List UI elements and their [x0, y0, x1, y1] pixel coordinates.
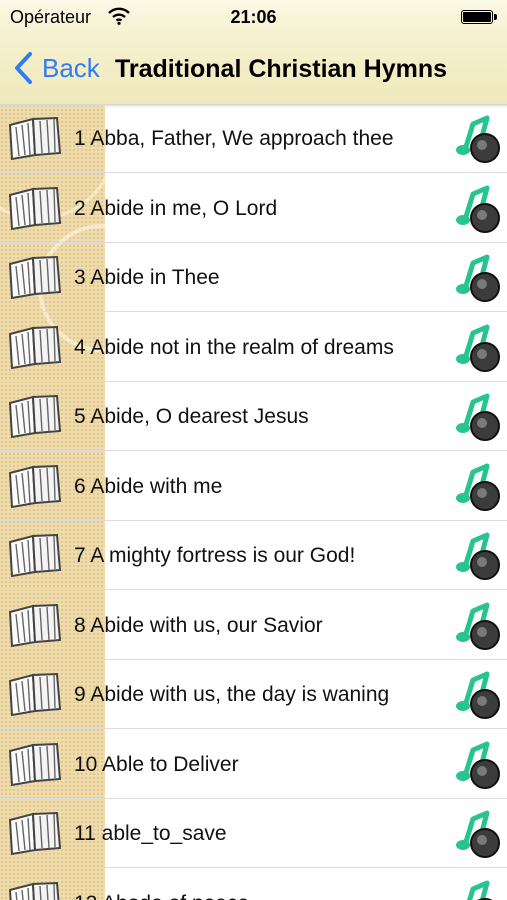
hymn-row[interactable]: 7 A mighty fortress is our God! — [0, 521, 507, 590]
hymn-title: 5 Abide, O dearest Jesus — [74, 405, 309, 428]
hymn-row[interactable]: 3 Abide in Thee — [0, 243, 507, 312]
hymn-row[interactable]: 11 able_to_save — [0, 799, 507, 868]
music-note-speaker-icon[interactable] — [453, 805, 501, 859]
hymn-title: 2 Abide in me, O Lord — [74, 196, 278, 220]
hymn-row[interactable]: 12 Abode of peace — [0, 869, 507, 900]
hymn-row[interactable]: 2 Abide in me, O Lord — [0, 174, 507, 243]
music-note-speaker-icon[interactable] — [453, 875, 501, 900]
open-book-icon — [8, 742, 62, 786]
open-book-icon — [8, 186, 62, 230]
open-book-icon — [8, 394, 62, 439]
hymn-title: 6 Abide with me — [74, 474, 223, 498]
hymn-row[interactable]: 9 Abide with us, the day is waning — [0, 660, 507, 729]
music-note-speaker-icon[interactable] — [453, 180, 501, 234]
hymn-row[interactable]: 1 Abba, Father, We approach thee — [0, 104, 507, 173]
hymn-title: 3 Abide in Thee — [74, 266, 220, 289]
status-bar: Opérateur 21:06 — [0, 0, 507, 36]
music-note-speaker-icon[interactable] — [453, 666, 501, 720]
music-note-speaker-icon[interactable] — [453, 110, 501, 164]
clock: 21:06 — [230, 7, 277, 27]
music-note-speaker-icon[interactable] — [453, 319, 501, 373]
music-note-speaker-icon[interactable] — [453, 527, 501, 581]
open-book-icon — [8, 325, 62, 369]
open-book-icon — [8, 881, 60, 900]
hymn-row[interactable]: 10 Able to Deliver — [0, 730, 507, 799]
music-note-speaker-icon[interactable] — [453, 736, 501, 790]
music-note-speaker-icon[interactable] — [453, 597, 501, 651]
open-book-icon — [8, 603, 62, 647]
open-book-icon — [8, 255, 62, 300]
navigation-bar: Back Traditional Christian Hymns — [0, 36, 507, 105]
hymn-list[interactable]: 1 Abba, Father, We approach thee 2 Abide… — [0, 104, 507, 900]
hymn-title: 10 Able to Deliver — [74, 752, 239, 776]
page-title: Traditional Christian Hymns — [115, 55, 448, 83]
hymn-row[interactable]: 4 Abide not in the realm of dreams — [0, 313, 507, 382]
battery-icon — [461, 10, 497, 26]
back-button[interactable]: Back — [12, 48, 100, 88]
open-book-icon — [8, 672, 62, 717]
hymn-title: 4 Abide not in the realm of dreams — [74, 335, 394, 359]
music-note-speaker-icon[interactable] — [453, 388, 501, 442]
hymn-row[interactable]: 6 Abide with me — [0, 452, 507, 521]
open-book-icon — [8, 464, 62, 508]
hymn-title: 7 A mighty fortress is our God! — [74, 544, 356, 567]
chevron-left-icon — [15, 52, 32, 84]
music-note-speaker-icon[interactable] — [453, 458, 501, 512]
hymn-title: 1 Abba, Father, We approach thee — [74, 127, 394, 150]
open-book-icon — [8, 533, 62, 578]
hymn-title: 12 Abode of peace — [74, 869, 249, 900]
hymn-title: 8 Abide with us, our Savior — [74, 613, 323, 637]
open-book-icon — [8, 116, 62, 161]
nav-shadow — [0, 104, 507, 108]
hymn-title: 9 Abide with us, the day is waning — [74, 683, 390, 706]
hymn-row[interactable]: 5 Abide, O dearest Jesus — [0, 382, 507, 451]
open-book-icon — [8, 811, 62, 856]
hymn-row[interactable]: 8 Abide with us, our Savior — [0, 591, 507, 660]
back-label: Back — [42, 52, 100, 83]
music-note-speaker-icon[interactable] — [453, 249, 501, 303]
hymn-title: 11 able_to_save — [74, 822, 227, 845]
